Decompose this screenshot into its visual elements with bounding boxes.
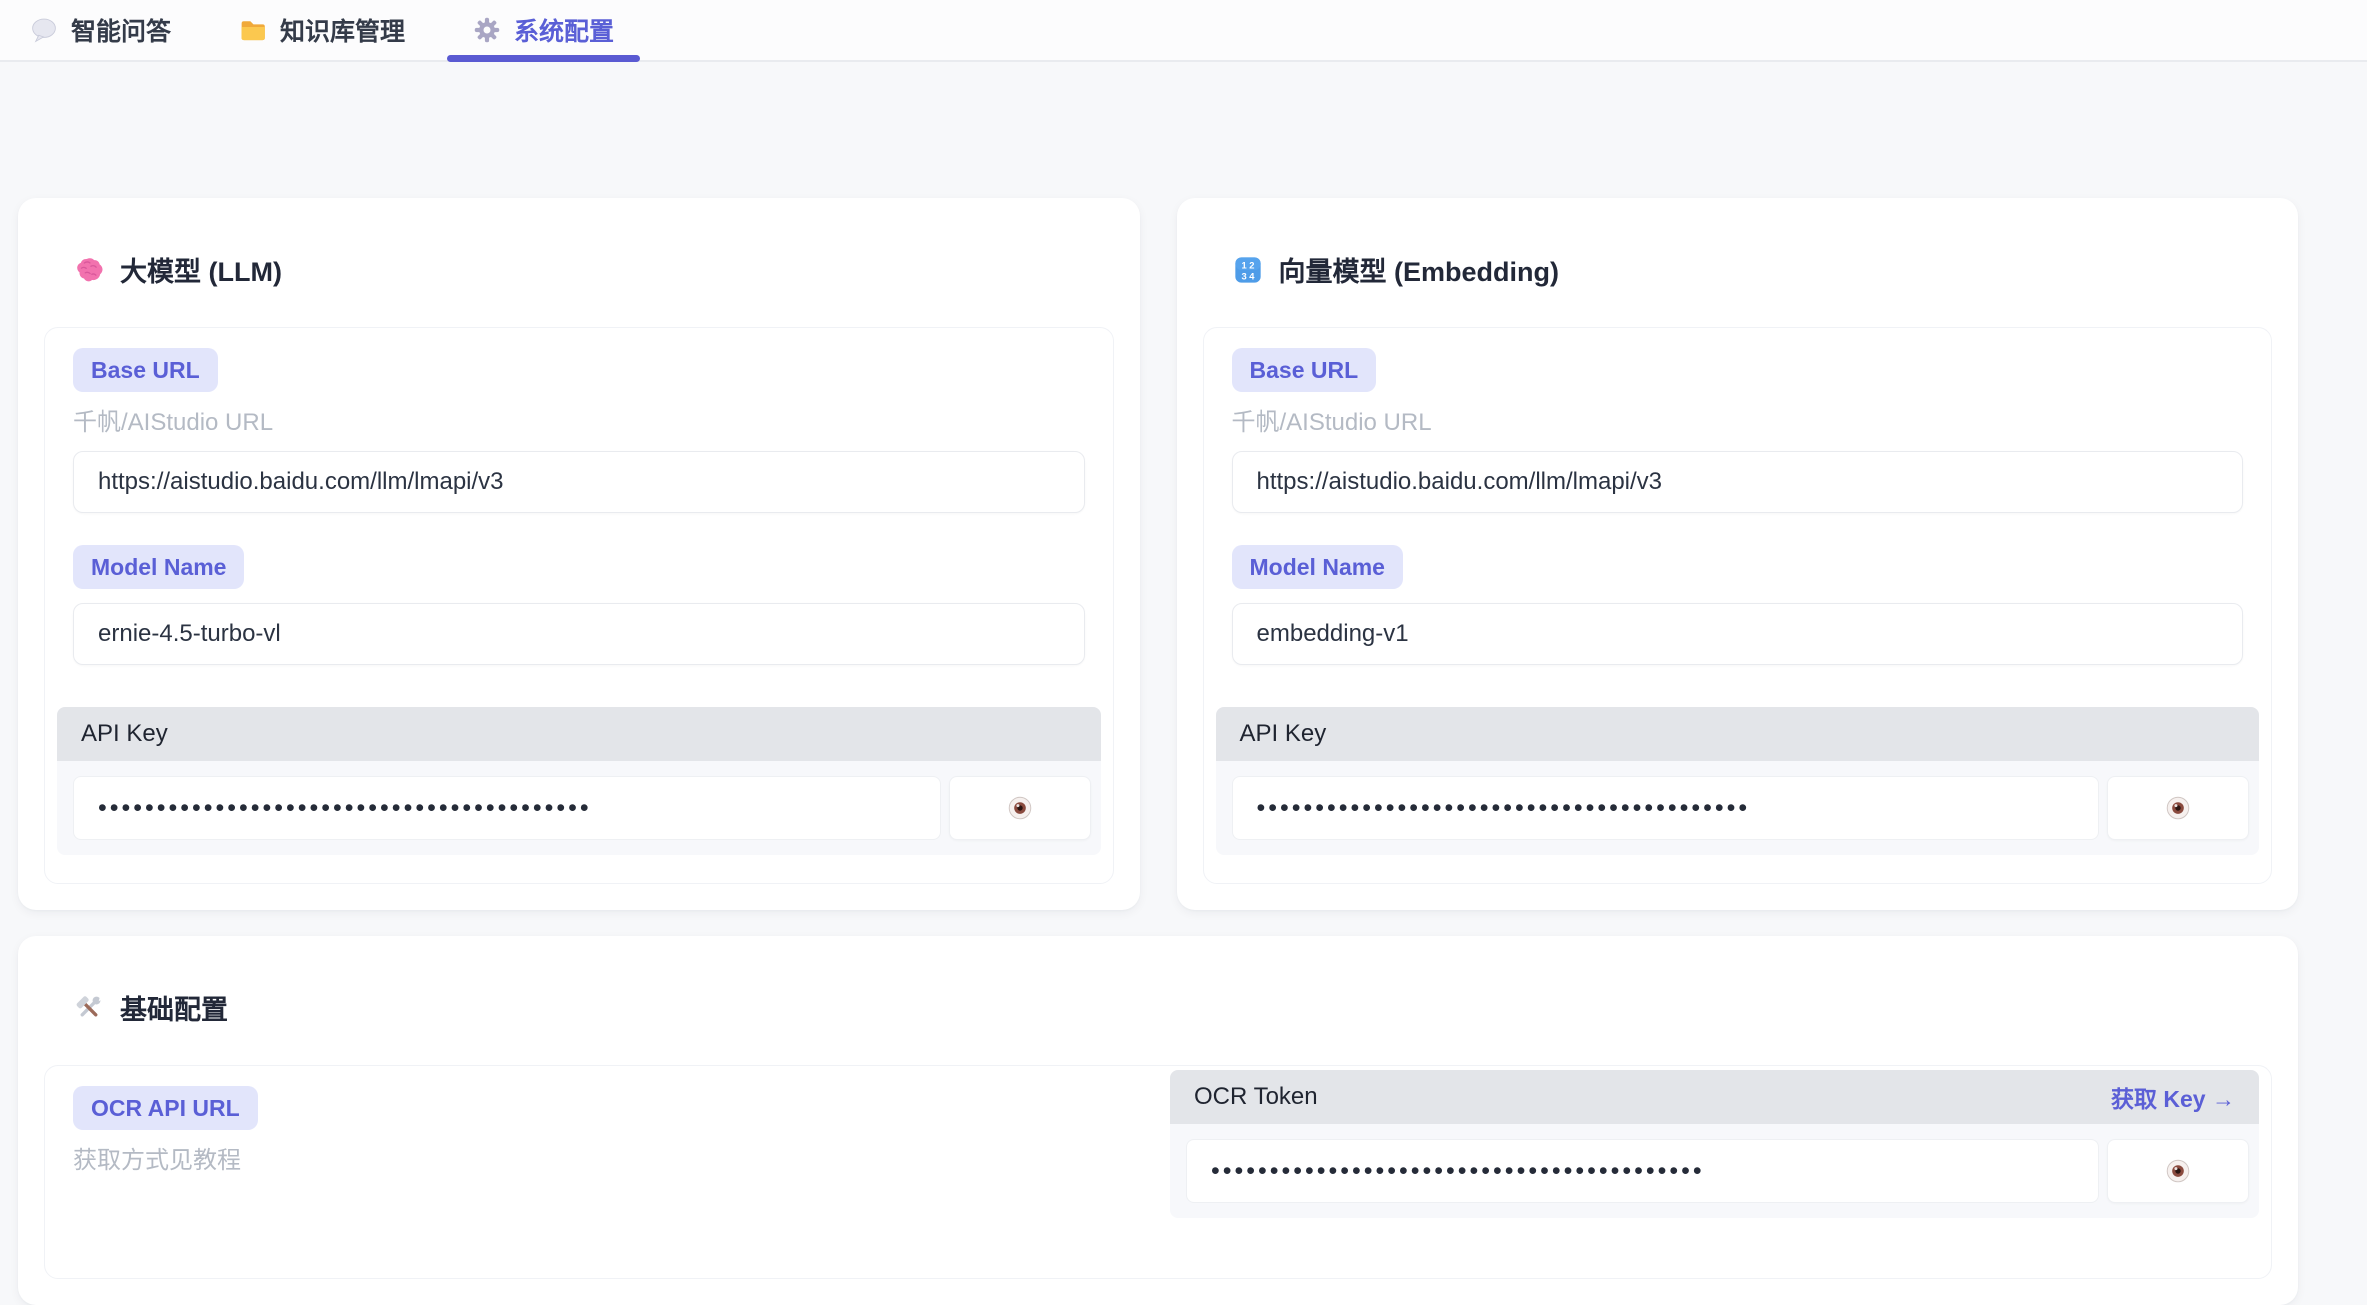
llm-base-url-input[interactable] (73, 451, 1085, 513)
basic-config-header: 基础配置 (74, 988, 2272, 1027)
tab-label: 智能问答 (71, 12, 171, 48)
gear-icon (473, 16, 501, 44)
ocr-token-row (1170, 1124, 2259, 1218)
embedding-card-header: 1 2 3 4 向量模型 (Embedding) (1233, 250, 2273, 289)
model-cards-row: 大模型 (LLM) Base URL 千帆/AIStudio URL Model… (18, 198, 2298, 910)
embedding-api-key-row (1216, 761, 2260, 855)
llm-base-url-field: Base URL 千帆/AIStudio URL (73, 348, 1085, 513)
base-url-hint: 千帆/AIStudio URL (73, 402, 1085, 437)
llm-api-key-section: API Key (57, 707, 1101, 855)
embedding-model-name-field: Model Name (1232, 545, 2244, 665)
tab-smart-qa[interactable]: 智能问答 (4, 0, 197, 60)
llm-api-key-reveal-button[interactable] (949, 776, 1091, 840)
api-key-label: API Key (1240, 720, 1327, 748)
model-name-badge: Model Name (1232, 545, 1403, 589)
eye-icon (1005, 793, 1035, 823)
tab-system-config[interactable]: 系统配置 (447, 0, 640, 60)
api-key-label: API Key (81, 720, 168, 748)
hammer-wrench-icon (74, 993, 104, 1023)
eye-icon (2163, 1156, 2193, 1186)
llm-api-key-input[interactable] (73, 776, 941, 840)
embedding-model-name-input[interactable] (1232, 603, 2244, 665)
embedding-form-panel: Base URL 千帆/AIStudio URL Model Name API … (1203, 327, 2273, 884)
ocr-token-section: OCR Token 获取 Key → (1170, 1070, 2259, 1218)
ocr-api-url-column: OCR API URL 获取方式见教程 (73, 1086, 1130, 1218)
llm-card: 大模型 (LLM) Base URL 千帆/AIStudio URL Model… (18, 198, 1140, 910)
base-url-badge: Base URL (1232, 348, 1377, 392)
svg-text:1 2: 1 2 (1241, 260, 1254, 270)
ocr-token-column: OCR Token 获取 Key → (1186, 1086, 2243, 1218)
top-tab-bar: 智能问答 知识库管理 系统配置 (0, 0, 2367, 62)
ocr-token-input[interactable] (1186, 1139, 2099, 1203)
model-name-badge: Model Name (73, 545, 244, 589)
embedding-api-key-section: API Key (1216, 707, 2260, 855)
llm-api-key-header: API Key (57, 707, 1101, 761)
tab-label: 系统配置 (514, 12, 614, 48)
tab-knowledge-base[interactable]: 知识库管理 (213, 0, 431, 60)
llm-model-name-input[interactable] (73, 603, 1085, 665)
input-numbers-icon: 1 2 3 4 (1233, 255, 1263, 285)
basic-config-title: 基础配置 (120, 988, 228, 1027)
llm-model-name-field: Model Name (73, 545, 1085, 665)
embedding-api-key-header: API Key (1216, 707, 2260, 761)
embedding-api-key-reveal-button[interactable] (2107, 776, 2249, 840)
speech-balloon-icon (30, 16, 58, 44)
ocr-token-header: OCR Token 获取 Key → (1170, 1070, 2259, 1124)
embedding-base-url-field: Base URL 千帆/AIStudio URL (1232, 348, 2244, 513)
brain-icon (74, 255, 104, 285)
svg-text:3 4: 3 4 (1241, 271, 1255, 281)
eye-icon (2163, 793, 2193, 823)
folder-icon (239, 16, 267, 44)
base-url-badge: Base URL (73, 348, 218, 392)
llm-form-panel: Base URL 千帆/AIStudio URL Model Name API … (44, 327, 1114, 884)
get-key-link[interactable]: 获取 Key → (2111, 1080, 2235, 1114)
basic-config-panel: OCR API URL 获取方式见教程 OCR Token 获取 Key → (44, 1065, 2272, 1279)
llm-card-header: 大模型 (LLM) (74, 250, 1114, 289)
embedding-api-key-input[interactable] (1232, 776, 2100, 840)
embedding-base-url-input[interactable] (1232, 451, 2244, 513)
embedding-card-title: 向量模型 (Embedding) (1279, 250, 1559, 289)
ocr-api-url-badge: OCR API URL (73, 1086, 258, 1130)
embedding-card: 1 2 3 4 向量模型 (Embedding) Base URL 千帆/AIS… (1177, 198, 2299, 910)
page-content: 大模型 (LLM) Base URL 千帆/AIStudio URL Model… (0, 62, 2367, 1305)
ocr-token-label: OCR Token (1194, 1083, 1318, 1111)
ocr-token-reveal-button[interactable] (2107, 1139, 2249, 1203)
llm-card-title: 大模型 (LLM) (120, 250, 282, 289)
tab-label: 知识库管理 (280, 12, 405, 48)
basic-config-card: 基础配置 OCR API URL 获取方式见教程 OCR Token 获取 Ke… (18, 936, 2298, 1305)
llm-api-key-row (57, 761, 1101, 855)
base-url-hint: 千帆/AIStudio URL (1232, 402, 2244, 437)
ocr-api-url-hint: 获取方式见教程 (73, 1140, 1130, 1175)
